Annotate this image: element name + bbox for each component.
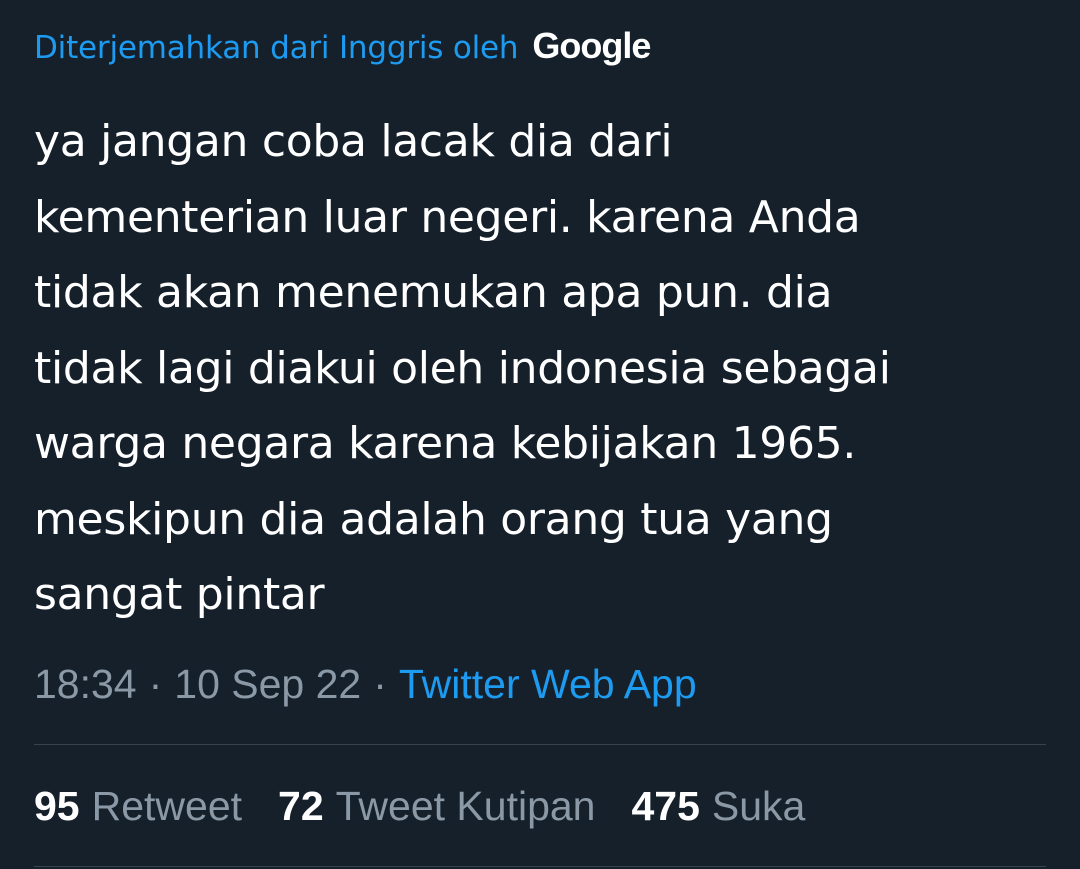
tweet-text: ya jangan coba lacak dia dari kementeria… [34, 116, 891, 620]
tweet-date-link[interactable]: 10 Sep 22 [174, 661, 361, 708]
meta-separator: · [373, 660, 387, 707]
tweet-detail: Diterjemahkan dari Inggris oleh Google y… [34, 0, 1046, 869]
likes-stat-link[interactable]: 475 Suka [631, 783, 805, 830]
tweet-time-link[interactable]: 18:34 [34, 661, 137, 708]
engagement-stats: 95 Retweet 72 Tweet Kutipan 475 Suka [34, 780, 841, 832]
divider [34, 744, 1046, 745]
meta-separator: · [148, 660, 163, 707]
retweet-count: 95 [34, 782, 80, 829]
quote-tweet-count: 72 [278, 782, 324, 829]
quote-tweets-stat-link[interactable]: 72 Tweet Kutipan [278, 783, 595, 830]
retweets-stat-link[interactable]: 95 Retweet [34, 783, 242, 830]
tweet-source-link[interactable]: Twitter Web App [399, 661, 697, 708]
like-label: Suka [711, 782, 806, 829]
translation-label-link[interactable]: Diterjemahkan dari Inggris oleh [34, 30, 519, 66]
tweet-metadata: 18:34 · 10 Sep 22 · Twitter Web App [34, 658, 697, 710]
divider [34, 866, 1046, 867]
google-logo: Google [532, 25, 651, 66]
translation-attribution: Diterjemahkan dari Inggris oleh Google [34, 25, 651, 70]
like-count: 475 [631, 782, 700, 829]
retweet-label: Retweet [91, 782, 243, 829]
quote-tweet-label: Tweet Kutipan [335, 782, 596, 829]
